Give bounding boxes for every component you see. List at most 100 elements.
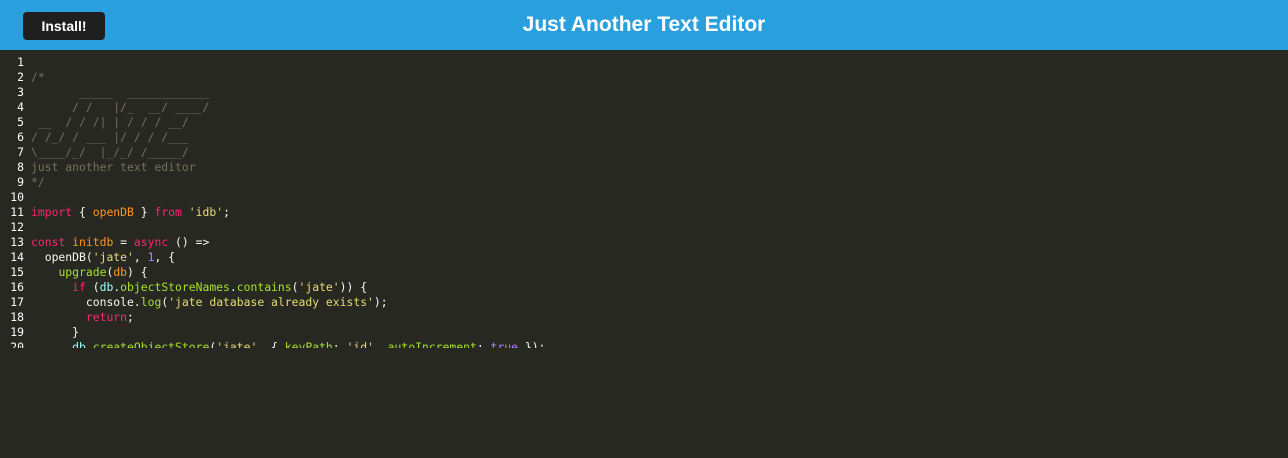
code-token: from: [154, 205, 182, 219]
code-token: console: [85, 295, 134, 309]
line-content[interactable]: openDB('jate', 1, {: [31, 250, 175, 265]
code-token: (: [85, 250, 93, 264]
line-content[interactable]: /*: [31, 70, 45, 85]
code-line[interactable]: 12: [0, 220, 1288, 235]
code-token: ,: [133, 250, 148, 264]
line-number: 7: [17, 145, 24, 159]
code-token: , {: [257, 340, 285, 348]
line-content[interactable]: \____/_/ |_/_/ /_____/: [31, 145, 189, 160]
code-token: 'jate': [298, 280, 340, 294]
line-content[interactable]: db.createObjectStore('jate', { keyPath: …: [31, 340, 545, 348]
code-token: :: [332, 340, 347, 348]
code-token: db: [72, 340, 86, 348]
code-token: {: [72, 205, 93, 219]
line-content[interactable]: import { openDB } from 'idb';: [31, 205, 230, 220]
code-token: .: [229, 280, 237, 294]
code-token: return: [85, 310, 128, 324]
code-token: (: [291, 280, 299, 294]
code-token: ;: [223, 205, 230, 219]
code-token: )) {: [339, 280, 368, 294]
code-line[interactable]: 7 \____/_/ |_/_/ /_____/: [0, 145, 1288, 160]
code-token: objectStoreNames: [120, 280, 230, 294]
code-lines[interactable]: 1 2/* 3 _____ ____________ 4 / / |/_ __/ __…: [0, 55, 1288, 348]
code-line[interactable]: 3 _____ ____________: [0, 85, 1288, 100]
code-token: createObjectStore: [92, 340, 210, 348]
code-token: }: [31, 325, 80, 339]
code-token: _____ ____________: [31, 85, 210, 99]
line-number: 13: [10, 235, 24, 249]
code-line[interactable]: 1: [0, 55, 1288, 70]
code-token: */: [31, 175, 45, 189]
code-line[interactable]: 9 */: [0, 175, 1288, 190]
code-token: :: [476, 340, 491, 348]
code-token: true: [490, 340, 518, 348]
app-title: Just Another Text Editor: [522, 13, 766, 36]
code-token: .: [133, 295, 141, 309]
code-token: __ / / /| | / / / __/: [31, 115, 189, 129]
code-token: 'jate database already exists': [168, 295, 374, 309]
line-number: 4: [17, 100, 24, 114]
code-token: /*: [31, 70, 45, 84]
code-line[interactable]: 13 const initdb = async () =>: [0, 235, 1288, 250]
code-token: import: [31, 205, 73, 219]
code-token: =>: [195, 235, 210, 249]
line-number: 12: [10, 220, 24, 234]
code-line[interactable]: 8 just another text editor: [0, 160, 1288, 175]
code-line[interactable]: 16 if (db.objectStoreNames.contains('jat…: [0, 280, 1288, 295]
line-number: 2: [17, 70, 24, 84]
code-line[interactable]: 6 / /_/ / ___ |/ / / /___: [0, 130, 1288, 145]
line-content[interactable]: just another text editor: [31, 160, 196, 175]
line-content[interactable]: */: [31, 175, 45, 190]
code-line[interactable]: 20 db.createObjectStore('jate', { keyPat…: [0, 340, 1288, 348]
code-token: openDB: [44, 250, 86, 264]
line-content[interactable]: / /_/ / ___ |/ / / /___: [31, 130, 189, 145]
code-token: \____/_/ |_/_/ /_____/: [31, 145, 189, 159]
line-number: 19: [10, 325, 24, 339]
code-token: });: [517, 340, 546, 348]
line-content[interactable]: _____ ____________: [31, 85, 209, 100]
code-token: ,: [373, 340, 388, 348]
line-number: 17: [10, 295, 24, 309]
line-number: 3: [17, 85, 24, 99]
code-token: initdb: [72, 235, 114, 249]
code-line[interactable]: 15 upgrade(db) {: [0, 265, 1288, 280]
navbar: Install! Just Another Text Editor: [0, 0, 1288, 50]
code-token: (): [168, 235, 196, 249]
code-token: contains: [236, 280, 292, 294]
code-editor[interactable]: 1 2/* 3 _____ ____________ 4 / / |/_ __/ __…: [0, 50, 1288, 458]
line-content[interactable]: / / |/_ __/ ____/: [31, 100, 209, 115]
code-line[interactable]: 19 }: [0, 325, 1288, 340]
code-token: log: [140, 295, 162, 309]
line-content[interactable]: return;: [31, 310, 134, 325]
code-line[interactable]: 5 __ / / /| | / / / __/: [0, 115, 1288, 130]
code-line[interactable]: 11 import { openDB } from 'idb';: [0, 205, 1288, 220]
line-content[interactable]: upgrade(db) {: [31, 265, 147, 280]
line-number: 1: [17, 55, 24, 69]
code-line[interactable]: 17 console.log('jate database already ex…: [0, 295, 1288, 310]
code-token: async: [133, 235, 169, 249]
code-token: );: [373, 295, 388, 309]
code-token: just another text editor: [31, 160, 196, 174]
code-token: db: [99, 280, 114, 294]
line-content[interactable]: console.log('jate database already exist…: [31, 295, 388, 310]
code-line[interactable]: 4 / / |/_ __/ ____/: [0, 100, 1288, 115]
line-content[interactable]: }: [31, 325, 79, 340]
code-token: 'idb': [188, 205, 224, 219]
code-token: }: [133, 205, 155, 219]
line-number: 15: [10, 265, 24, 279]
line-content[interactable]: __ / / /| | / / / __/: [31, 115, 189, 130]
line-content[interactable]: if (db.objectStoreNames.contains('jate')…: [31, 280, 367, 295]
code-line[interactable]: 14 openDB('jate', 1, {: [0, 250, 1288, 265]
code-line[interactable]: 2 /*: [0, 70, 1288, 85]
code-token: / / |/_ __/ ____/: [31, 100, 210, 114]
code-line[interactable]: 18 return;: [0, 310, 1288, 325]
line-number: 10: [10, 190, 24, 204]
line-content[interactable]: const initdb = async () =>: [31, 235, 209, 250]
line-number: 16: [10, 280, 24, 294]
code-token: autoIncrement: [387, 340, 477, 348]
code-line[interactable]: 10: [0, 190, 1288, 205]
